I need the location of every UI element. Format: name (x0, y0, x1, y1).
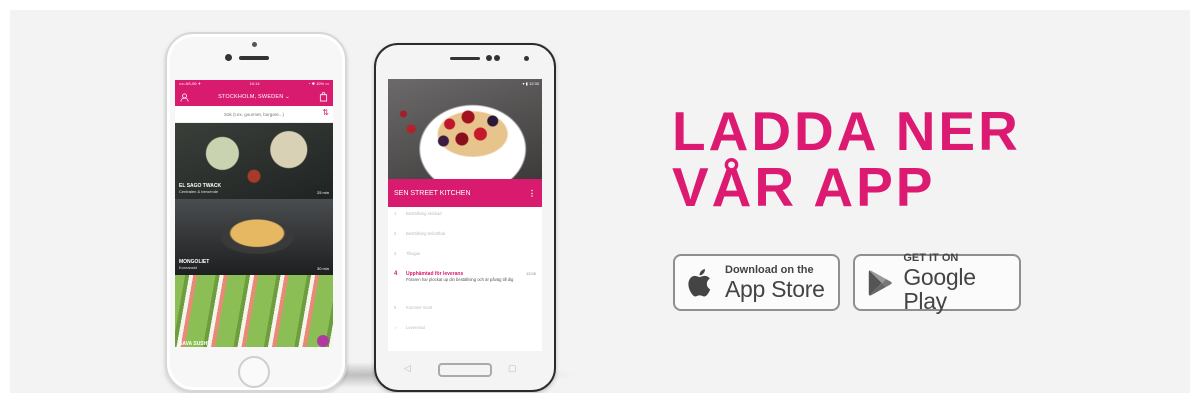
restaurant-bar: SEN STREET KITCHEN ⋮ (388, 179, 542, 207)
order-tracking-steps: 1 Beställning skickad 2 Beställning bekr… (388, 207, 542, 345)
delivery-time: 25 min (316, 190, 329, 195)
step-number: 1 (394, 211, 397, 216)
step-body: Upphämtad för leverans Föraren har plock… (406, 271, 526, 282)
iphone-mockup: •••• AS-06 ✈ 10:14 ◔ ✱ 10% ▭ STOCKHOLM, … (165, 32, 347, 392)
step-text: Tillagas (406, 251, 421, 256)
app-store-button[interactable]: Download on the App Store (673, 254, 840, 311)
step-number: 4 (394, 271, 398, 277)
step-text: Levererad (406, 325, 425, 330)
iphone-camera (225, 54, 232, 61)
android-recent-icon: ▢ (508, 363, 517, 373)
google-play-icon (868, 269, 892, 296)
android-status: ▾ ▮ 12:30 (522, 81, 539, 86)
android-sensor (486, 55, 492, 61)
dessert-hero-image: ▾ ▮ 12:30 (388, 79, 542, 179)
restaurant-name: SAVA SUSHI (179, 341, 209, 347)
android-mockup: ▾ ▮ 12:30 SEN STREET KITCHEN ⋮ 1 Beställ… (374, 43, 556, 392)
apple-icon (688, 268, 711, 296)
iphone-status-bar: •••• AS-06 ✈ 10:14 ◔ ✱ 10% ▭ (175, 80, 333, 88)
google-play-text: GET IT ON Google Play (903, 252, 1019, 313)
restaurant-caption: MONGOLIET Koreanskt (179, 259, 209, 271)
app-store-big-label: App Store (725, 276, 825, 302)
restaurant-title: SEN STREET KITCHEN (394, 189, 471, 197)
city-selector[interactable]: STOCKHOLM, SWEDEN ⌄ (218, 94, 290, 100)
user-icon[interactable] (180, 92, 189, 102)
delivery-time: 30 min (316, 266, 329, 271)
order-step: ✓ Levererad (394, 325, 536, 345)
restaurant-sub: Centralen & beroende (179, 189, 219, 194)
order-step: 2 Beställning bekräftad (394, 231, 536, 251)
iphone-sensor (252, 42, 257, 47)
step-number: 3 (394, 251, 397, 256)
app-store-text: Download on the App Store (725, 264, 825, 301)
android-screen: ▾ ▮ 12:30 SEN STREET KITCHEN ⋮ 1 Beställ… (388, 79, 542, 351)
headline-line-1: LADDA NER (672, 100, 1021, 162)
restaurant-caption: EL SAGO TWACK Centralen & beroende (179, 183, 221, 195)
step-text: Beställning bekräftad (406, 231, 446, 236)
chat-fab-button[interactable] (317, 335, 329, 347)
google-play-big-label: Google Play (903, 264, 976, 314)
step-time: 12:00 (525, 271, 536, 276)
iphone-screen: •••• AS-06 ✈ 10:14 ◔ ✱ 10% ▭ STOCKHOLM, … (175, 80, 333, 347)
status-battery: ◔ ✱ 10% ▭ (308, 81, 329, 86)
order-step: 3 Tillagas (394, 251, 536, 271)
restaurant-card[interactable]: MONGOLIET Koreanskt 30 min (175, 199, 333, 275)
restaurant-sub: Koreanskt (179, 265, 198, 270)
restaurant-card[interactable]: SAVA SUSHI (175, 275, 333, 347)
headline-line-2: VÅR APP (672, 156, 936, 218)
step-number: 2 (394, 231, 397, 236)
order-step: 1 Beställning skickad (394, 211, 536, 231)
headline: LADDA NER VÅR APP (672, 103, 1021, 215)
status-time: 10:14 (249, 81, 260, 86)
android-sensor (494, 55, 500, 61)
restaurant-card[interactable]: EL SAGO TWACK Centralen & beroende 25 mi… (175, 123, 333, 199)
search-input[interactable] (204, 109, 304, 119)
iphone-nav-bar: STOCKHOLM, SWEDEN ⌄ (175, 88, 333, 106)
more-menu-icon[interactable]: ⋮ (528, 189, 536, 198)
search-bar: ⇅ (175, 106, 333, 123)
step-check-icon: ✓ (394, 325, 398, 330)
step-number: 5 (394, 305, 397, 310)
android-camera (524, 56, 529, 61)
step-text: Kommer snart (406, 305, 433, 310)
android-home-button (438, 363, 492, 377)
restaurant-caption: SAVA SUSHI (179, 341, 209, 347)
order-step: 5 Kommer snart (394, 305, 536, 325)
status-carrier: •••• AS-06 ✈ (179, 81, 202, 86)
android-back-icon: ◁ (404, 363, 411, 373)
filter-icon[interactable]: ⇅ (322, 109, 329, 117)
order-step-active: 4 Upphämtad för leverans Föraren har plo… (394, 271, 536, 305)
iphone-home-button (238, 356, 270, 388)
step-text: Beställning skickad (406, 211, 442, 216)
android-speaker (450, 57, 480, 60)
cart-icon[interactable] (319, 92, 328, 102)
google-play-button[interactable]: GET IT ON Google Play (853, 252, 1021, 313)
iphone-speaker (239, 56, 269, 60)
step-text: Föraren har plockat up din beställning o… (406, 277, 514, 282)
